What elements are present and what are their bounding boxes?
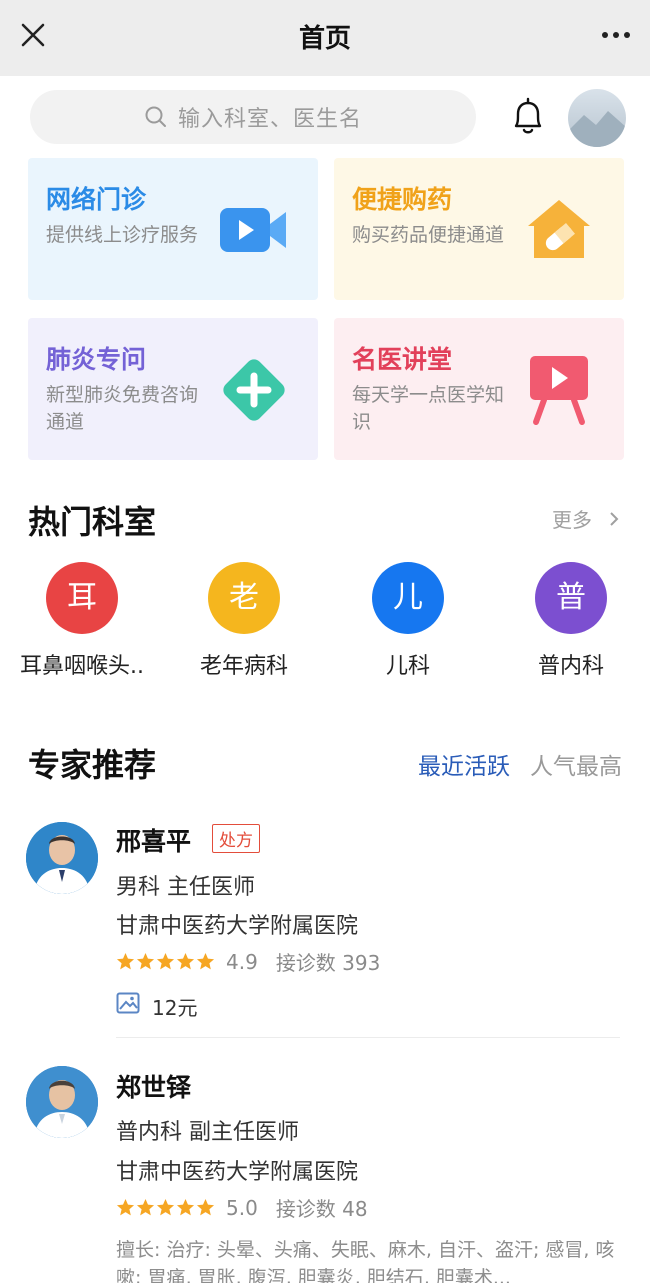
service-subtitle: 每天学一点医学知识 — [352, 384, 505, 433]
more-label: 更多 — [552, 508, 592, 532]
doctor-dept-title: 普内科 副主任医师 — [116, 1120, 299, 1145]
doctor-photo — [26, 1066, 98, 1138]
star-icon — [156, 1198, 175, 1216]
image-consult-icon — [116, 992, 140, 1014]
video-camera-icon — [220, 208, 286, 252]
rating-score: 4.9 — [226, 949, 258, 974]
chevron-right-icon — [610, 512, 619, 526]
department-ent[interactable]: 耳 耳鼻咽喉头.. — [2, 562, 162, 680]
doctor-rating: 4.9 接诊数 393 — [116, 947, 380, 976]
avatar-image — [568, 111, 626, 147]
service-title: 网络门诊 — [46, 185, 147, 214]
tab-most-popular[interactable]: 人气最高 — [530, 747, 622, 781]
service-subtitle: 购买药品便捷通道 — [352, 224, 505, 246]
star-icon — [196, 1198, 215, 1216]
plus-diamond-icon — [223, 359, 285, 421]
service-card-online-clinic[interactable]: 网络门诊 提供线上诊疗服务 — [28, 158, 318, 300]
bell-icon[interactable] — [508, 96, 548, 138]
department-badge: 普 — [535, 562, 607, 634]
service-card-pneumonia-consult[interactable]: 肺炎专问 新型肺炎免费咨询通道 — [28, 318, 318, 460]
top-bar: 首页 — [0, 0, 650, 76]
search-placeholder: 输入科室、医生名 — [177, 107, 362, 132]
doctor-hospital: 甘肃中医药大学附属医院 — [116, 1160, 359, 1185]
visit-count: 接诊数 48 — [275, 1197, 368, 1221]
doctor-name[interactable]: 邢喜平 — [116, 822, 191, 858]
rating-stars — [116, 1198, 216, 1217]
department-label: 普内科 — [537, 654, 604, 679]
more-departments-link[interactable]: 更多 — [552, 504, 622, 533]
star-icon — [176, 952, 195, 970]
department-badge: 耳 — [46, 562, 118, 634]
service-title: 名医讲堂 — [352, 345, 453, 374]
service-subtitle: 提供线上诊疗服务 — [46, 224, 199, 246]
star-icon — [156, 952, 175, 970]
star-icon — [116, 1198, 135, 1216]
doctor-specialty: 擅长: 治疗: 头晕、头痛、失眠、麻木, 自汗、盗汗; 感冒, 咳嗽; 胃痛, … — [116, 1239, 615, 1283]
service-card-doctor-lecture[interactable]: 名医讲堂 每天学一点医学知识 — [334, 318, 624, 460]
user-avatar[interactable] — [568, 89, 626, 147]
search-input[interactable]: 输入科室、医生名 — [30, 90, 476, 144]
department-pediatrics[interactable]: 儿 儿科 — [328, 562, 488, 680]
department-label: 老年病科 — [199, 654, 288, 679]
doctor-hospital: 甘肃中医药大学附属医院 — [116, 914, 359, 939]
star-icon — [136, 1198, 155, 1216]
department-badge: 儿 — [372, 562, 444, 634]
department-badge: 老 — [208, 562, 280, 634]
star-icon — [196, 952, 215, 970]
star-icon — [136, 952, 155, 970]
more-dots-icon[interactable] — [598, 20, 634, 50]
search-icon — [145, 106, 166, 127]
doctor-dept-title: 男科 主任医师 — [116, 875, 255, 900]
page-title: 首页 — [298, 24, 351, 54]
visit-count: 接诊数 393 — [275, 951, 381, 975]
department-geriatrics[interactable]: 老 老年病科 — [164, 562, 324, 680]
hot-departments-title: 热门科室 — [28, 503, 157, 541]
service-subtitle: 新型肺炎免费咨询通道 — [46, 384, 199, 433]
rating-stars — [116, 952, 216, 971]
star-icon — [116, 952, 135, 970]
experts-title: 专家推荐 — [28, 746, 157, 784]
divider — [116, 1037, 620, 1038]
department-general-internal[interactable]: 普 普内科 — [491, 562, 650, 680]
doctor-avatar[interactable] — [26, 822, 98, 894]
consult-price: 12元 — [152, 996, 198, 1020]
service-title: 便捷购药 — [352, 185, 453, 214]
service-title: 肺炎专问 — [46, 345, 147, 374]
prescription-badge: 处方 — [212, 824, 260, 853]
pill-house-icon — [528, 200, 590, 258]
tab-recent-active[interactable]: 最近活跃 — [418, 747, 510, 781]
doctor-name[interactable]: 郑世铎 — [116, 1068, 191, 1104]
doctor-rating: 5.0 接诊数 48 — [116, 1193, 368, 1222]
doctor-avatar[interactable] — [26, 1066, 98, 1138]
doctor-photo — [26, 822, 98, 894]
star-icon — [176, 1198, 195, 1216]
easel-play-icon — [530, 356, 588, 425]
rating-score: 5.0 — [226, 1195, 258, 1220]
department-label: 耳鼻咽喉头.. — [20, 654, 144, 679]
service-card-buy-medicine[interactable]: 便捷购药 购买药品便捷通道 — [334, 158, 624, 300]
department-label: 儿科 — [385, 654, 430, 679]
